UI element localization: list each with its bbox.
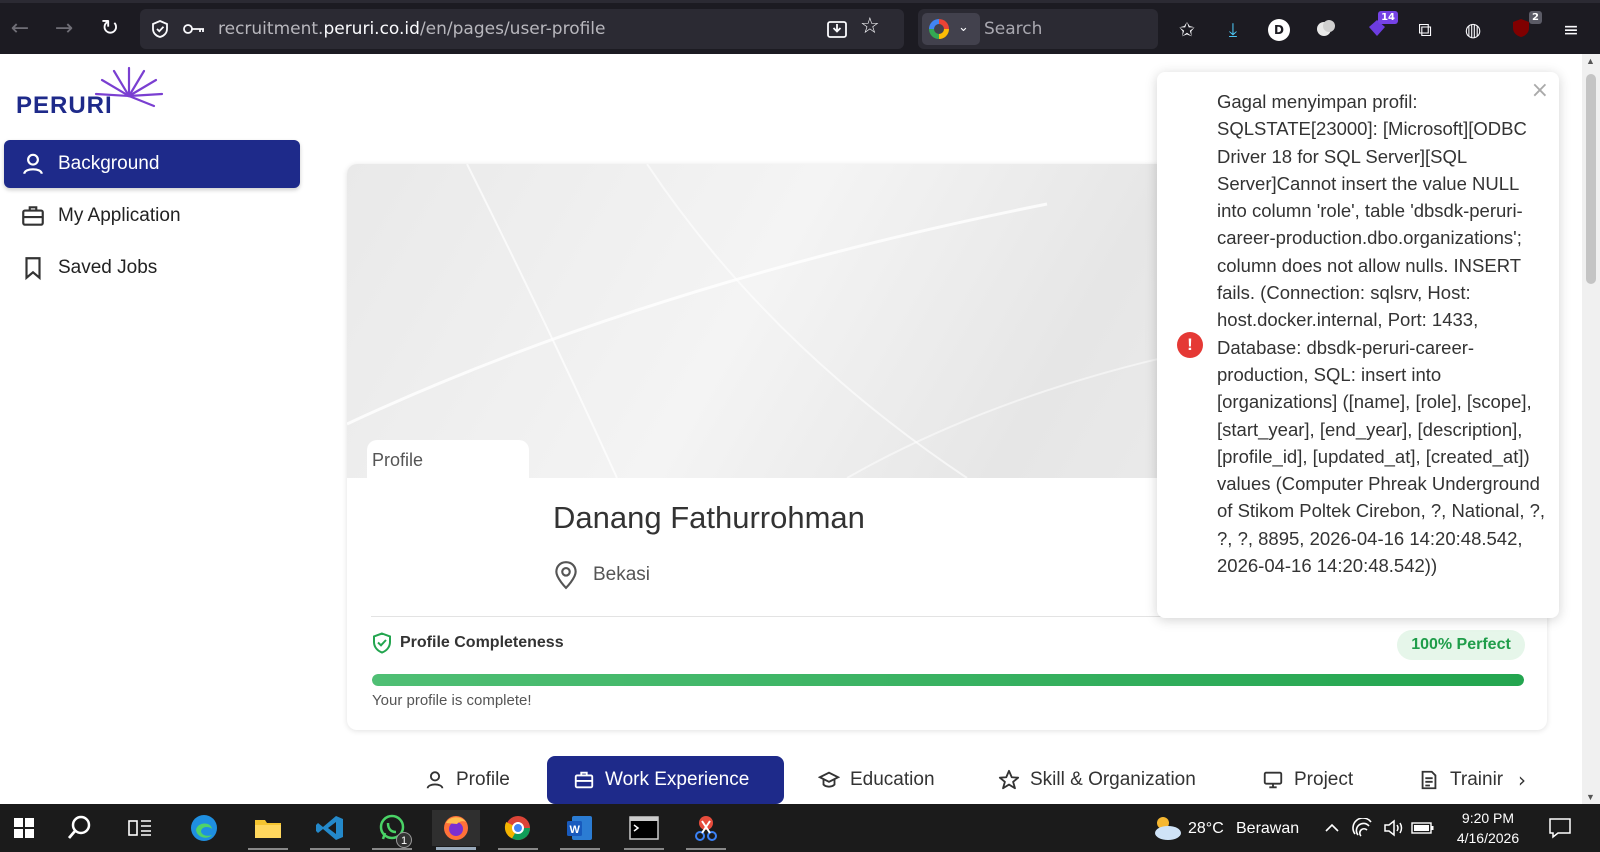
tab-education[interactable]: Education [792, 756, 953, 804]
word-icon[interactable]: W [556, 810, 604, 850]
graduation-cap-icon [818, 771, 840, 788]
scroll-thumb[interactable] [1586, 74, 1596, 284]
file-explorer-icon[interactable] [244, 810, 292, 850]
sidebar-item-saved-jobs[interactable]: Saved Jobs [4, 244, 300, 292]
sidebar-item-label: My Application [58, 205, 181, 226]
sidebar-item-my-application[interactable]: My Application [4, 192, 300, 240]
bookmark-star-icon[interactable]: ☆ [860, 16, 880, 38]
svg-text:W: W [570, 824, 581, 836]
google-icon [929, 19, 949, 39]
menu-icon[interactable]: ≡ [1558, 17, 1584, 43]
whatsapp-badge: 1 [396, 832, 412, 848]
briefcase-icon [574, 771, 594, 789]
weather-temp[interactable]: 28°C [1188, 820, 1224, 838]
tab-training[interactable]: Trainir [1392, 756, 1521, 804]
star-icon [998, 769, 1020, 790]
profile-tab: Profile [367, 440, 529, 478]
shield-icon[interactable] [150, 19, 170, 44]
briefcase-icon [22, 206, 44, 226]
extensions-puzzle-icon[interactable]: ⧉ [1412, 17, 1438, 43]
chevron-down-icon: ⌄ [958, 20, 969, 35]
chevron-up-icon[interactable] [1318, 810, 1346, 846]
downloads-icon[interactable]: ⤓ [1220, 17, 1246, 43]
extension-star-icon[interactable]: ✩ [1174, 17, 1200, 43]
peruri-logo[interactable]: PERURI [16, 66, 166, 119]
completeness-progress-fill [372, 674, 1524, 686]
sidebar-item-label: Background [58, 153, 160, 174]
forward-icon[interactable]: → [50, 15, 78, 43]
windows-start-icon[interactable] [0, 810, 48, 846]
tab-work-experience[interactable]: Work Experience [547, 756, 784, 804]
shield-check-icon [373, 632, 391, 654]
key-icon[interactable] [182, 19, 206, 44]
battery-icon[interactable] [1408, 810, 1438, 846]
weather-cloud-icon[interactable] [1142, 810, 1190, 846]
tab-skill-organization[interactable]: Skill & Organization [972, 756, 1214, 804]
save-to-pocket-icon[interactable] [826, 19, 848, 44]
monitor-icon [1263, 771, 1283, 789]
ghost-extension-icon[interactable] [1313, 17, 1339, 43]
search-input[interactable]: Search [984, 19, 1042, 39]
clock-time: 9:20 PM [1461, 810, 1515, 826]
url-text[interactable]: recruitment.peruri.co.id/en/pages/user-p… [218, 19, 606, 39]
toast-message: Gagal menyimpan profil: SQLSTATE[23000]:… [1217, 91, 1546, 577]
completeness-message: Your profile is complete! [372, 692, 532, 709]
snipping-tool-icon[interactable] [682, 810, 730, 850]
error-icon: ! [1177, 332, 1203, 358]
tab-project[interactable]: Project [1236, 756, 1371, 804]
logo-text: PERURI [16, 92, 113, 119]
ublock-icon[interactable]: 2 [1508, 11, 1542, 43]
sidebar-item-label: Saved Jobs [58, 257, 158, 278]
back-icon[interactable]: ← [6, 15, 34, 43]
page-content: PERURI Background My Application Saved J… [0, 54, 1582, 804]
chrome-icon[interactable] [494, 810, 542, 850]
profile-completeness-label: Profile Completeness [372, 632, 564, 654]
completeness-badge: 100% Perfect [1397, 630, 1525, 660]
account-avatar[interactable]: D [1266, 17, 1292, 43]
extension-shield-icon[interactable]: 14 [1364, 11, 1398, 43]
wifi-icon[interactable] [1348, 810, 1378, 846]
task-view-icon[interactable] [116, 810, 164, 846]
search-icon[interactable] [56, 810, 104, 846]
document-icon [1421, 770, 1437, 790]
tabs-scroll-right-icon[interactable]: › [1518, 768, 1526, 792]
notifications-icon[interactable] [1536, 810, 1584, 846]
windows-taskbar: 1 W 28°C Berawan 9:20 PM 4/16/2026 [0, 804, 1600, 852]
vscode-icon[interactable] [306, 810, 354, 850]
error-toast: × ! Gagal menyimpan profil: SQLSTATE[230… [1157, 72, 1559, 618]
weather-desc[interactable]: Berawan [1236, 820, 1299, 838]
tab-profile[interactable]: Profile [398, 756, 528, 804]
firefox-icon[interactable] [432, 810, 480, 850]
map-pin-icon [555, 561, 577, 590]
user-icon [426, 771, 444, 789]
edge-icon[interactable] [180, 810, 228, 846]
clock-date: 4/16/2026 [1456, 830, 1520, 846]
bookmark-icon [25, 257, 41, 281]
reload-icon[interactable]: ↻ [96, 15, 124, 43]
scroll-up-icon[interactable]: ▲ [1586, 56, 1595, 66]
browser-toolbar: ← → ↻ recruitment.peruri.co.id/en/pages/… [0, 0, 1600, 54]
search-bar[interactable]: ⌄ Search [918, 9, 1158, 49]
search-engine-selector[interactable]: ⌄ [922, 13, 980, 45]
user-icon [23, 153, 43, 175]
profile-name: Danang Fathurrohman [553, 500, 865, 535]
scroll-down-icon[interactable]: ▼ [1586, 792, 1595, 802]
terminal-icon[interactable] [620, 810, 668, 850]
globe-icon[interactable]: ◍ [1460, 17, 1486, 43]
profile-section-tabs: Profile Work Experience Education Skill … [0, 756, 1582, 804]
location-text: Bekasi [593, 564, 651, 585]
volume-icon[interactable] [1378, 810, 1408, 846]
sidebar-item-background[interactable]: Background [4, 140, 300, 188]
whatsapp-icon[interactable]: 1 [368, 810, 416, 850]
completeness-progress-bar [372, 674, 1524, 686]
url-bar[interactable]: recruitment.peruri.co.id/en/pages/user-p… [140, 9, 904, 49]
system-clock[interactable]: 9:20 PM 4/16/2026 [1448, 808, 1528, 848]
page-scrollbar[interactable]: ▲ ▼ [1582, 54, 1600, 804]
profile-location: Bekasi [553, 560, 650, 590]
